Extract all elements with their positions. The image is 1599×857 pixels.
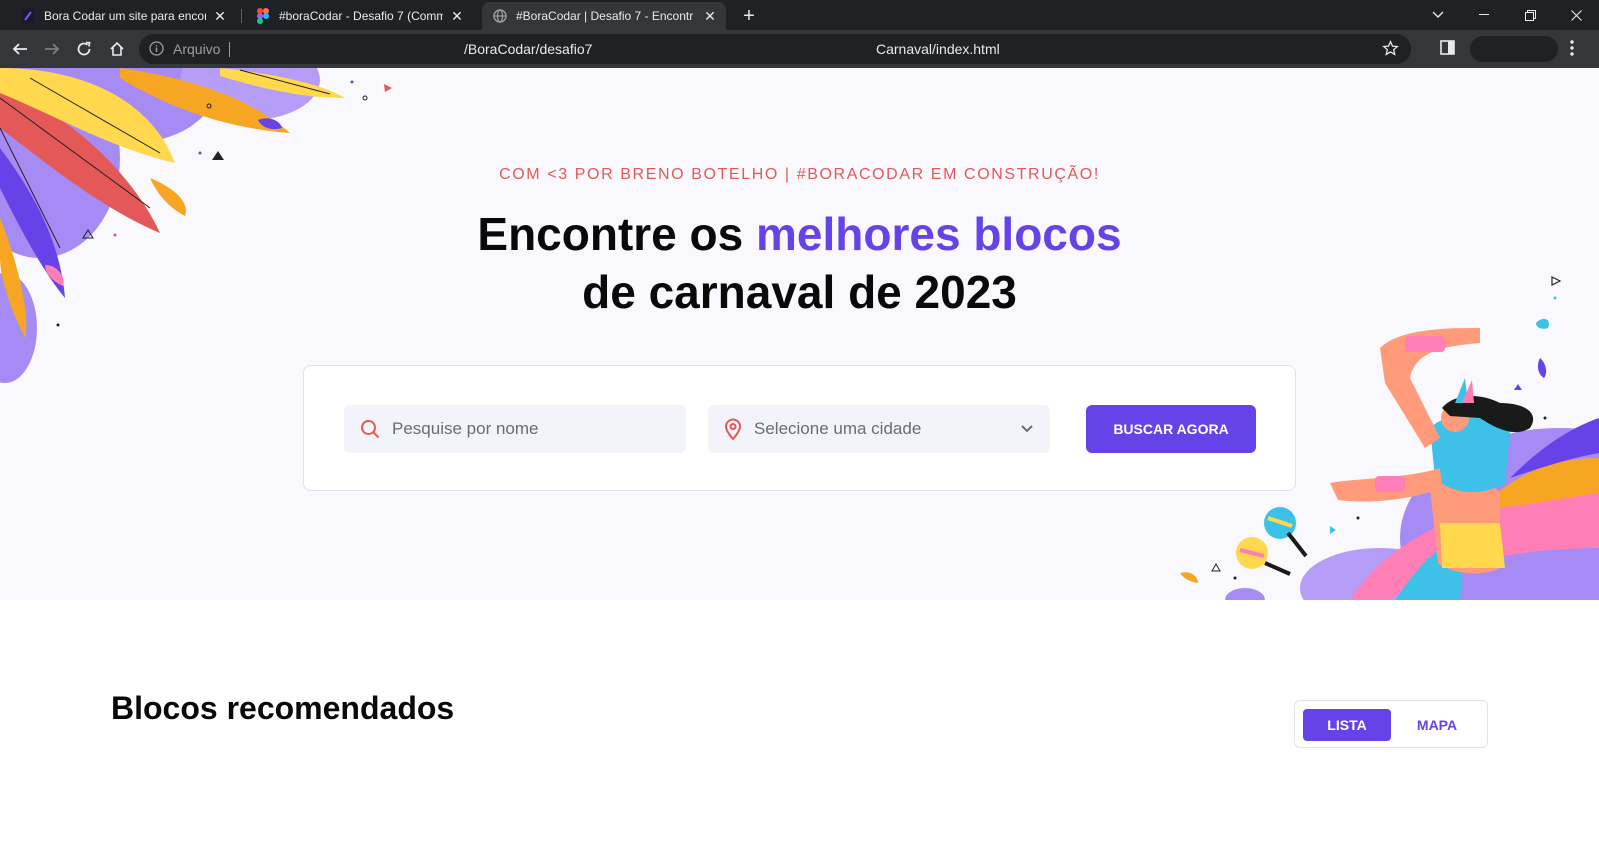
browser-toolbar: Arquivo /BoraCodar/desafio7 Carnaval/ind…	[0, 30, 1599, 68]
search-button[interactable]: BUSCAR AGORA	[1086, 405, 1256, 453]
minimize-icon[interactable]	[1461, 0, 1507, 30]
tab-separator	[241, 9, 242, 23]
new-tab-icon[interactable]: +	[737, 4, 761, 28]
browser-tab-bar: Bora Codar um site para encontrar ✕ #bor…	[0, 0, 1599, 30]
bookmark-star-icon[interactable]	[1382, 40, 1399, 62]
tab-search-icon[interactable]	[1415, 0, 1461, 30]
headline-text: de carnaval de 2023	[582, 266, 1017, 318]
restore-icon[interactable]	[1507, 0, 1553, 30]
browser-tab[interactable]: Bora Codar um site para encontrar ✕	[10, 2, 236, 30]
url-path: Carnaval/index.html	[876, 41, 1000, 57]
search-name-input[interactable]: Pesquise por nome	[344, 405, 686, 453]
page-content: COM <3 POR BRENO BOTELHO | #BORACODAR EM…	[0, 68, 1599, 857]
view-toggle: LISTA MAPA	[1294, 700, 1488, 748]
city-placeholder: Selecione uma cidade	[754, 419, 922, 438]
globe-icon	[492, 8, 508, 24]
url-divider	[229, 42, 230, 57]
search-icon	[360, 419, 380, 439]
address-bar[interactable]: Arquivo /BoraCodar/desafio7 Carnaval/ind…	[139, 34, 1411, 64]
reload-icon[interactable]	[71, 36, 97, 62]
hero-eyebrow: COM <3 POR BRENO BOTELHO | #BORACODAR EM…	[499, 166, 1100, 183]
search-placeholder: Pesquise por nome	[392, 419, 539, 438]
list-view-button[interactable]: LISTA	[1303, 709, 1391, 741]
city-select[interactable]: Selecione uma cidade	[708, 405, 1050, 453]
chevron-down-icon	[1018, 419, 1036, 442]
map-pin-icon	[724, 418, 742, 440]
map-view-button[interactable]: MAPA	[1393, 709, 1481, 741]
browser-tab[interactable]: #boraCodar - Desafio 7 (Commu ✕	[245, 2, 473, 30]
home-icon[interactable]	[104, 36, 130, 62]
close-tab-icon[interactable]: ✕	[212, 8, 228, 24]
browser-tab-active[interactable]: #BoraCodar | Desafio 7 - Encontr ✕	[482, 2, 726, 30]
side-panel-icon[interactable]	[1440, 40, 1455, 60]
boracodar-icon	[20, 8, 36, 24]
close-tab-icon[interactable]: ✕	[702, 8, 718, 24]
headline-text: Encontre os	[477, 208, 757, 260]
url-path: /BoraCodar/desafio7	[464, 41, 593, 57]
close-tab-icon[interactable]: ✕	[449, 8, 465, 24]
hero-section: COM <3 POR BRENO BOTELHO | #BORACODAR EM…	[0, 68, 1599, 600]
back-arrow-icon[interactable]	[7, 36, 33, 62]
recommended-title: Blocos recomendados	[111, 690, 455, 726]
hero-headline: Encontre os melhores blocos de carnaval …	[0, 205, 1599, 321]
search-card: Pesquise por nome Selecione uma cidade B…	[303, 365, 1296, 491]
figma-icon	[255, 8, 271, 24]
browser-menu-icon[interactable]	[1570, 39, 1574, 62]
close-window-icon[interactable]	[1553, 0, 1599, 30]
headline-highlight: melhores blocos	[756, 208, 1122, 260]
profile-button[interactable]	[1470, 36, 1558, 62]
info-icon[interactable]	[149, 41, 164, 61]
url-scheme-label: Arquivo	[173, 41, 221, 57]
forward-arrow-icon[interactable]	[39, 36, 65, 62]
